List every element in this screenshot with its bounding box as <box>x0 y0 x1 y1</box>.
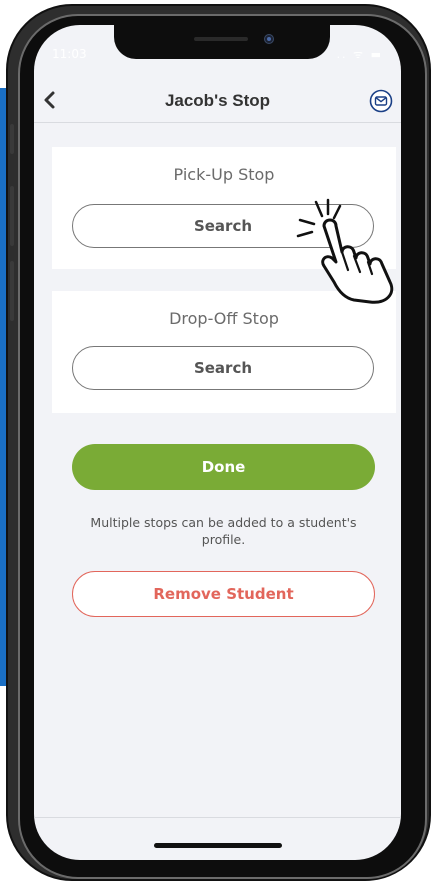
side-button <box>10 186 14 246</box>
camera-icon <box>264 34 274 44</box>
done-button[interactable]: Done <box>72 444 375 490</box>
notch <box>114 25 330 59</box>
status-time: 11:03 <box>52 47 87 61</box>
dropoff-card: Drop-Off Stop Search <box>52 291 396 413</box>
mail-icon[interactable] <box>369 89 393 113</box>
side-button <box>10 124 14 154</box>
tap-hand-icon <box>296 198 394 304</box>
pickup-title: Pick-Up Stop <box>173 165 275 184</box>
hint-text: Multiple stops can be added to a student… <box>90 515 357 547</box>
home-indicator[interactable] <box>154 843 282 848</box>
bottom-divider <box>34 817 401 818</box>
page-title: Jacob's Stop <box>164 91 271 110</box>
navigation-bar: Jacob's Stop <box>34 79 401 123</box>
side-button <box>10 261 14 321</box>
app-screen: 11:03 .. ᯤ ▬ Jacob's Stop Pick-Up Stop S… <box>34 25 401 860</box>
dropoff-search-button[interactable]: Search <box>72 346 374 390</box>
dropoff-title: Drop-Off Stop <box>169 309 279 328</box>
speaker <box>194 37 248 41</box>
status-icons: .. ᯤ ▬ <box>336 48 383 61</box>
remove-student-button[interactable]: Remove Student <box>72 571 375 617</box>
